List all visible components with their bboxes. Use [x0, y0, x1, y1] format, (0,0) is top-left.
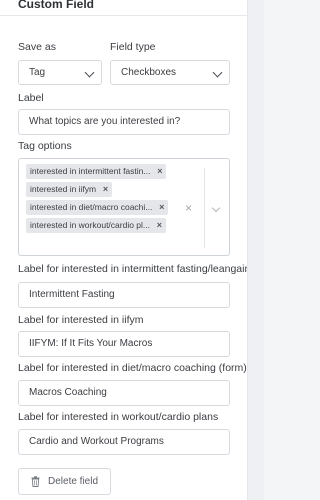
tag-options-multiselect[interactable]: interested in intermittent fastin... × i… — [18, 158, 230, 256]
tag-chip: interested in iifym × — [26, 182, 113, 197]
delete-field-label: Delete field — [48, 476, 99, 487]
chevron-down-icon — [212, 67, 223, 78]
delete-field-button[interactable]: Delete field — [18, 468, 111, 495]
panel-title: Custom Field — [18, 0, 95, 11]
separator — [204, 168, 205, 248]
save-as-label: Save as — [18, 41, 56, 53]
tag-chip-label: interested in intermittent fastin... — [30, 166, 151, 176]
option-label-input[interactable]: Cardio and Workout Programs — [18, 429, 230, 455]
chevron-down-icon[interactable] — [211, 203, 221, 213]
remove-tag-icon[interactable]: × — [103, 182, 108, 197]
tag-options-label: Tag options — [18, 140, 72, 152]
remove-tag-icon[interactable]: × — [159, 200, 164, 215]
option-label-caption: Label for interested in iifym — [18, 314, 144, 326]
panel-header: Custom Field — [0, 0, 247, 16]
chevron-down-icon — [84, 67, 95, 78]
field-type-select[interactable]: Checkboxes — [110, 60, 230, 85]
right-gutter — [248, 0, 264, 500]
option-label-caption: Label for interested in workout/cardio p… — [18, 411, 219, 423]
clear-tags-icon[interactable]: × — [185, 201, 192, 215]
tag-chip-label: interested in iifym — [30, 184, 97, 194]
remove-tag-icon[interactable]: × — [157, 218, 162, 233]
tag-chip-label: interested in diet/macro coachi... — [30, 202, 153, 212]
option-label-caption: Label for interested in diet/macro coach… — [18, 362, 247, 374]
custom-field-panel: Custom Field Save as Field type Tag Chec… — [0, 0, 248, 500]
save-as-select[interactable]: Tag — [18, 60, 102, 85]
field-type-label: Field type — [110, 41, 156, 53]
remove-tag-icon[interactable]: × — [157, 164, 162, 179]
option-label-input[interactable]: IIFYM: If It Fits Your Macros — [18, 331, 230, 357]
tag-chip: interested in workout/cardio pl... × — [26, 218, 167, 233]
tag-chip: interested in intermittent fastin... × — [26, 164, 167, 179]
label-field-label: Label — [18, 92, 44, 104]
option-label-input[interactable]: Macros Coaching — [18, 380, 230, 406]
tag-chip: interested in diet/macro coachi... × — [26, 200, 169, 215]
field-type-value: Checkboxes — [121, 67, 177, 78]
label-input[interactable]: What topics are you interested in? — [18, 109, 230, 135]
tag-chip-label: interested in workout/cardio pl... — [30, 220, 151, 230]
save-as-value: Tag — [29, 67, 46, 78]
option-label-input[interactable]: Intermittent Fasting — [18, 282, 230, 308]
option-label-caption: Label for interested in intermittent fas… — [18, 263, 248, 275]
trash-icon — [31, 476, 40, 487]
